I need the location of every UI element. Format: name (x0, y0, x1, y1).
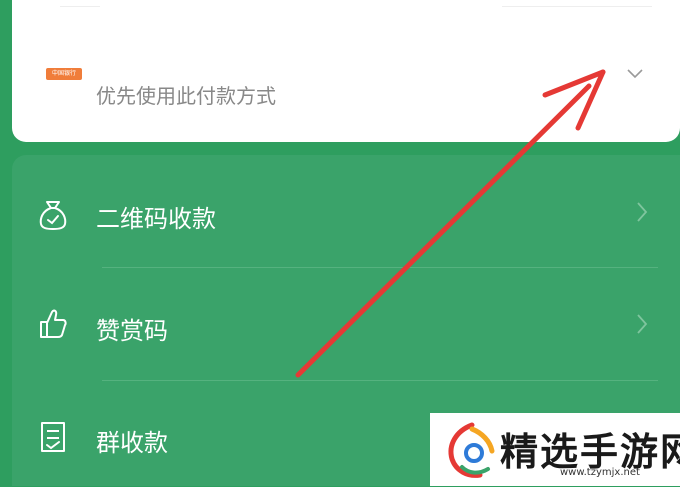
thumbs-up-icon (40, 309, 67, 338)
menu-divider (102, 380, 658, 381)
chevron-right-icon (637, 202, 648, 222)
menu-item-label: 群收款 (96, 429, 168, 457)
card-divider (502, 6, 652, 7)
menu-item-label: 二维码收款 (96, 205, 216, 233)
chevron-down-icon[interactable] (626, 64, 644, 82)
money-bag-icon (39, 201, 67, 231)
receipt-icon (41, 422, 65, 452)
priority-payment-label: 优先使用此付款方式 (96, 84, 276, 108)
menu-divider (102, 267, 658, 268)
site-logo-icon (448, 422, 495, 478)
menu-item-appreciation-code[interactable]: 赞赏码 (12, 275, 680, 375)
payment-method-card[interactable]: 中国银行 优先使用此付款方式 (12, 0, 680, 142)
chevron-right-icon (637, 314, 648, 334)
menu-item-label: 赞赏码 (96, 317, 168, 345)
card-divider (60, 6, 100, 7)
site-watermark: 精选手游网 www.tzymjx.net (430, 413, 680, 486)
site-url: www.tzymjx.net (560, 467, 640, 478)
menu-item-qr-payment[interactable]: 二维码收款 (12, 163, 680, 263)
bank-logo: 中国银行 (46, 68, 82, 80)
